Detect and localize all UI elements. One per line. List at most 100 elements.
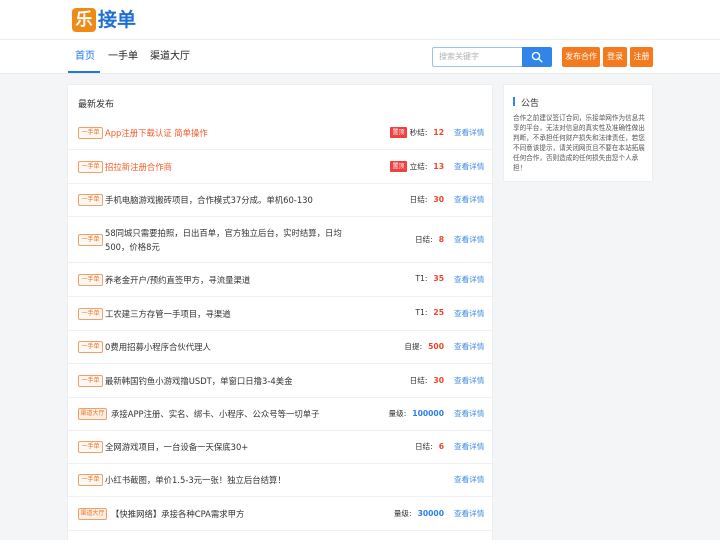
settlement-label: 日结: xyxy=(414,235,433,244)
category-tag: 渠道大厅 xyxy=(78,508,107,520)
category-tag: 一手单 xyxy=(78,274,103,286)
category-tag: 一手单 xyxy=(78,234,103,246)
logo-mark: 乐 xyxy=(72,8,96,32)
view-detail-link[interactable]: 查看详情 xyxy=(454,274,484,285)
register-button[interactable]: 注册 xyxy=(630,47,653,67)
settlement-value: 12 xyxy=(433,128,444,137)
list-item[interactable]: 一手单 全网游戏项目，一台设备一天保底30+ 日结: 6 查看详情 xyxy=(68,430,492,464)
settlement-label: T1: xyxy=(415,308,428,317)
category-tag: 一手单 xyxy=(78,161,103,173)
post-title[interactable]: 养老金开户/预约直签甲方，寻流量渠道 xyxy=(105,273,385,287)
category-tag: 一手单 xyxy=(78,341,103,353)
settlement-value: 500 xyxy=(428,342,444,351)
top-header: 乐 接单 xyxy=(0,0,720,40)
view-detail-link[interactable]: 查看详情 xyxy=(454,161,484,172)
settlement-value: 8 xyxy=(438,235,444,244)
settlement-info: 日结: 8 xyxy=(415,234,444,245)
publish-button[interactable]: 发布合作 xyxy=(562,47,600,67)
logo-text: 接单 xyxy=(98,9,137,31)
post-title[interactable]: 招拉新注册合作商 xyxy=(105,160,385,174)
post-title[interactable]: 小红书截图，单价1.5-3元一张！独立后台结算！ xyxy=(105,473,385,487)
list-item[interactable]: 一手单 App注册下载认证 简单操作 置顶 秒结: 12 查看详情 xyxy=(68,116,492,150)
settlement-value: 35 xyxy=(433,274,444,283)
settlement-info: 日结: 30 xyxy=(410,375,444,386)
post-title[interactable]: 手机电脑游戏搬砖项目，合作模式37分成。单机60-130 xyxy=(105,193,385,207)
post-title[interactable]: App注册下载认证 简单操作 xyxy=(105,126,385,140)
settlement-value: 30 xyxy=(433,195,444,204)
view-detail-link[interactable]: 查看详情 xyxy=(454,308,484,319)
settlement-label: T1: xyxy=(415,274,428,283)
settlement-value: 6 xyxy=(438,442,444,451)
list-item[interactable]: 一手单 工农建三方存管一手项目，寻渠道 T1: 25 查看详情 xyxy=(68,297,492,331)
settlement-info: 量级: 30000 xyxy=(394,508,444,519)
settlement-info: 量级: 100000 xyxy=(389,408,444,419)
list-item[interactable]: 一手单 0费用招募小程序合伙代理人 自提: 500 查看详情 xyxy=(68,330,492,364)
category-tag: 一手单 xyxy=(78,375,103,387)
settlement-value: 30 xyxy=(433,376,444,385)
settlement-info: 日结: 30 xyxy=(410,194,444,205)
settlement-label: 秒结: xyxy=(409,128,428,137)
settlement-value: 30000 xyxy=(417,509,444,518)
view-detail-link[interactable]: 查看详情 xyxy=(454,474,484,485)
login-button[interactable]: 登录 xyxy=(603,47,627,67)
search-input[interactable]: 搜索关键字 xyxy=(432,47,523,67)
section-title: 最新发布 xyxy=(78,100,115,110)
settlement-label: 立结: xyxy=(409,162,428,171)
notice-panel: 公告 合作之前建议签订合同，乐接单网作为信息共享的平台，无法对信息的真实性及准确… xyxy=(503,84,653,182)
settlement-label: 日结: xyxy=(409,376,428,385)
settlement-label: 量级: xyxy=(388,409,407,418)
list-item[interactable]: 一手单 小红书截图，单价1.5-3元一张！独立后台结算！ 查看详情 xyxy=(68,463,492,497)
settlement-info: 秒结: 12 xyxy=(410,127,444,138)
post-title[interactable]: 0费用招募小程序合伙代理人 xyxy=(105,340,385,354)
view-detail-link[interactable]: 查看详情 xyxy=(454,194,484,205)
category-tag: 一手单 xyxy=(78,127,103,139)
notice-title: 公告 xyxy=(521,99,540,109)
view-detail-link[interactable]: 查看详情 xyxy=(454,441,484,452)
list-item[interactable]: 一手单 58同城只需要拍照，日出百单，官方独立后台，实时结算，日均500，价格8元… xyxy=(68,217,492,263)
list-item[interactable]: 渠道大厅 【快推网络】承接各种CPA需求甲方 量级: 30000 查看详情 xyxy=(68,497,492,531)
category-tag: 一手单 xyxy=(78,441,103,453)
nav-item-home[interactable]: 首页 xyxy=(75,40,95,74)
list-item[interactable]: 渠道大厅 承接APP注册、实名、绑卡、小程序、公众号等一切单子 量级: 100000 查… xyxy=(68,397,492,431)
search-button[interactable] xyxy=(522,47,552,67)
view-detail-link[interactable]: 查看详情 xyxy=(454,508,484,519)
post-title[interactable]: 承接APP注册、实名、绑卡、小程序、公众号等一切单子 xyxy=(111,407,391,421)
settlement-label: 自提: xyxy=(404,342,423,351)
list-item[interactable]: 一手单 最新韩国钓鱼小游戏撸USDT，单窗口日撸3-4美金 日结: 30 查看详情 xyxy=(68,364,492,398)
settlement-label: 日结: xyxy=(409,195,428,204)
post-title[interactable]: 最新韩国钓鱼小游戏撸USDT，单窗口日撸3-4美金 xyxy=(105,374,385,388)
post-title[interactable]: 58同城只需要拍照，日出百单，官方独立后台，实时结算，日均500，价格8元 xyxy=(105,226,355,254)
category-tag: 一手单 xyxy=(78,308,103,320)
category-tag: 一手单 xyxy=(78,474,103,486)
category-tag: 一手单 xyxy=(78,194,103,206)
view-detail-link[interactable]: 查看详情 xyxy=(454,375,484,386)
settlement-value: 100000 xyxy=(412,409,444,418)
settlement-info: 立结: 13 xyxy=(410,161,444,172)
settlement-value: 25 xyxy=(433,308,444,317)
post-title[interactable]: 工农建三方存管一手项目，寻渠道 xyxy=(105,307,385,321)
list-item[interactable]: 一手单 招拉新注册合作商 置顶 立结: 13 查看详情 xyxy=(68,150,492,184)
settlement-info: T1: 25 xyxy=(415,308,444,317)
latest-posts-panel: 最新发布 一手单 App注册下载认证 简单操作 置顶 秒结: 12 查看详情 一手单 招拉新注… xyxy=(67,84,493,540)
pinned-badge: 置顶 xyxy=(390,161,407,172)
site-logo[interactable]: 乐 接单 xyxy=(72,7,136,33)
post-title[interactable]: 全网游戏项目，一台设备一天保底30+ xyxy=(105,440,385,454)
settlement-label: 量级: xyxy=(393,509,412,518)
nav-item-first-hand[interactable]: 一手单 xyxy=(108,40,138,74)
post-title[interactable]: 【快推网络】承接各种CPA需求甲方 xyxy=(111,507,391,521)
notice-text: 合作之前建议签订合同，乐接单网作为信息共享的平台，无法对信息的真实性及准确性做出… xyxy=(513,114,645,172)
list-item[interactable]: 一手单 养老金开户/预约直签甲方，寻流量渠道 T1: 35 查看详情 xyxy=(68,263,492,297)
list-item[interactable]: 一手单 手机电脑游戏搬砖项目，合作模式37分成。单机60-130 日结: 30 查看详情 xyxy=(68,183,492,217)
pinned-badge: 置顶 xyxy=(390,127,407,138)
settlement-value: 13 xyxy=(433,162,444,171)
active-nav-indicator xyxy=(68,71,100,73)
search-icon xyxy=(531,51,543,63)
settlement-info: 自提: 500 xyxy=(404,341,444,352)
nav-item-channel-hall[interactable]: 渠道大厅 xyxy=(150,40,190,74)
view-detail-link[interactable]: 查看详情 xyxy=(454,127,484,138)
view-detail-link[interactable]: 查看详情 xyxy=(454,341,484,352)
view-detail-link[interactable]: 查看详情 xyxy=(454,234,484,245)
settlement-info: T1: 35 xyxy=(415,274,444,283)
settlement-info: 日结: 6 xyxy=(415,441,444,452)
view-detail-link[interactable]: 查看详情 xyxy=(454,408,484,419)
